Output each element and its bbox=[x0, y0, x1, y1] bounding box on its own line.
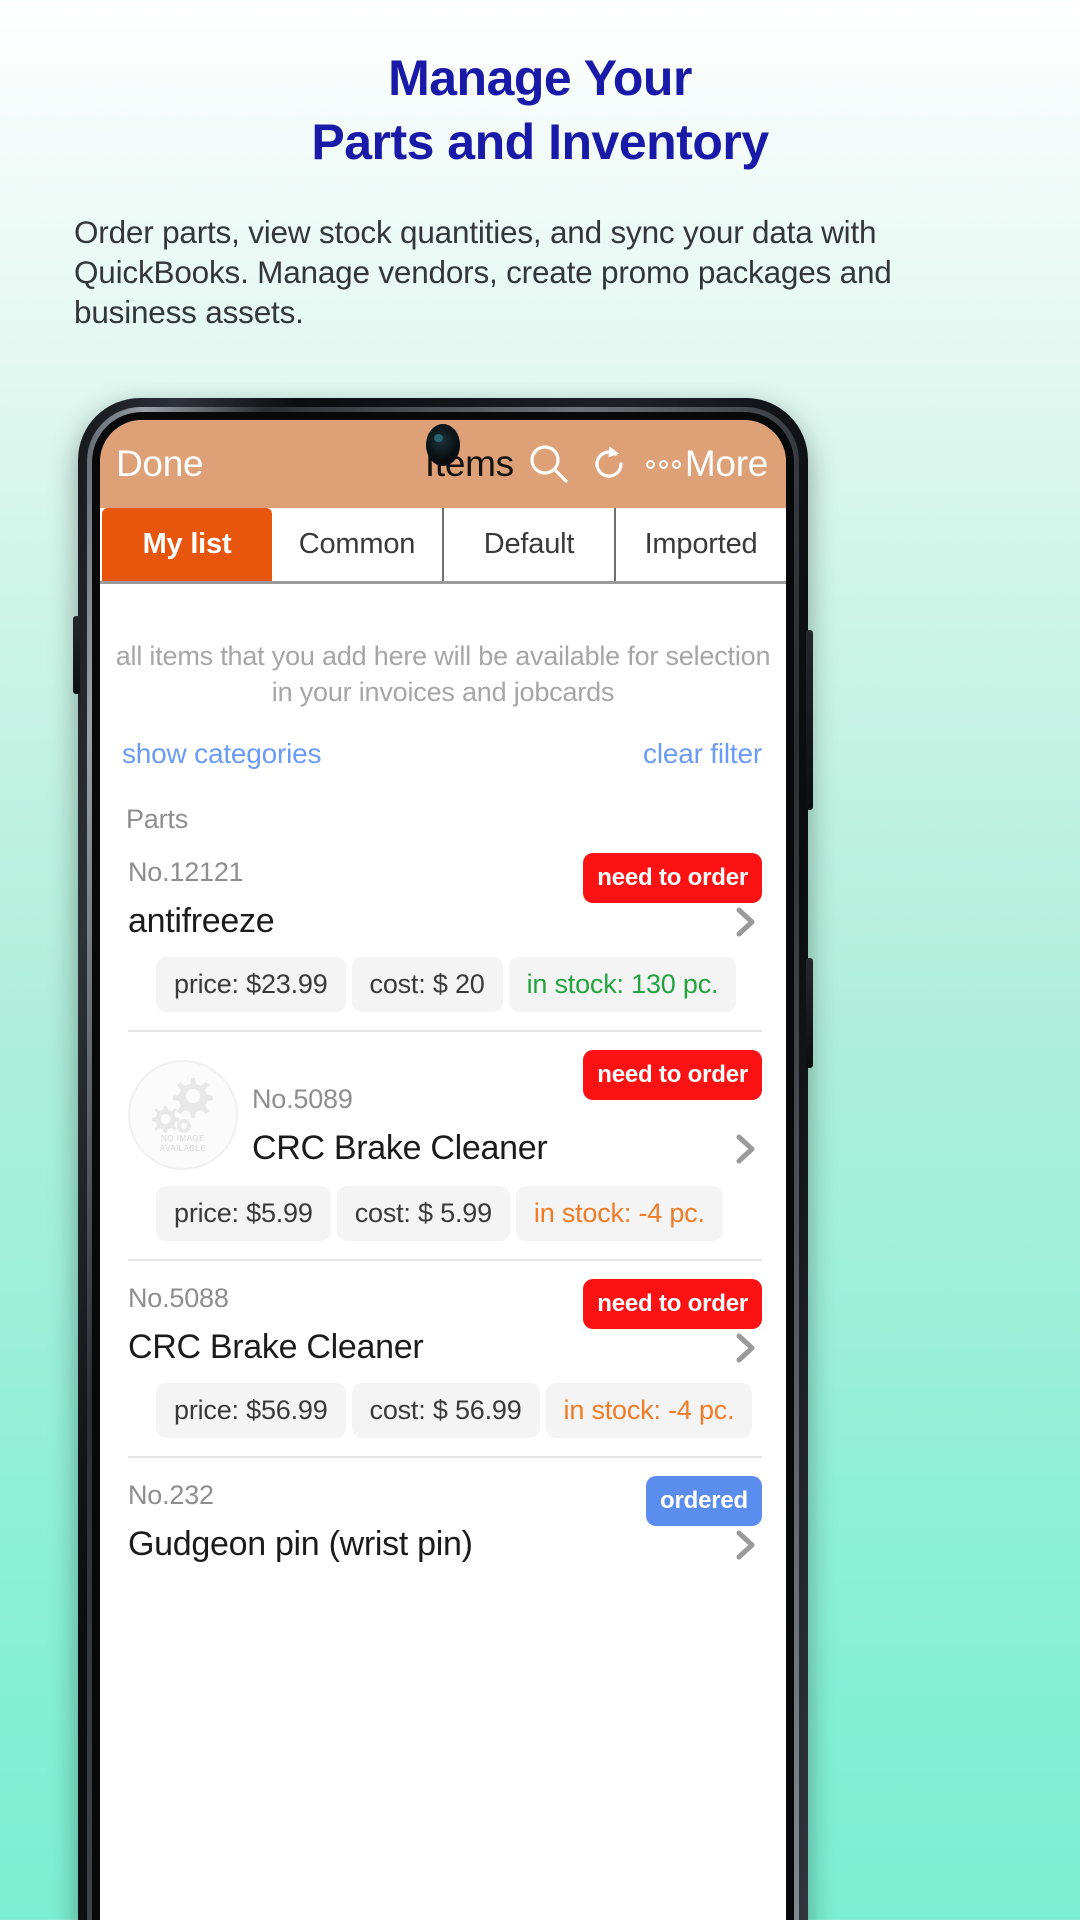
status-badge: need to order bbox=[583, 1279, 762, 1329]
item-name: antifreeze bbox=[128, 902, 275, 940]
list-item[interactable]: ordered No.232 Gudgeon pin (wrist pin) bbox=[128, 1458, 762, 1564]
status-badge: need to order bbox=[583, 853, 762, 903]
stock-chip: in stock: -4 pc. bbox=[545, 1383, 753, 1438]
three-dots-icon[interactable] bbox=[645, 459, 681, 469]
refresh-icon[interactable] bbox=[582, 437, 636, 491]
item-title-row: CRC Brake Cleaner bbox=[128, 1328, 762, 1367]
headline-line-2: Parts and Inventory bbox=[311, 114, 769, 170]
stock-chip: in stock: -4 pc. bbox=[515, 1186, 723, 1241]
more-button[interactable]: More bbox=[685, 443, 772, 485]
item-name: Gudgeon pin (wrist pin) bbox=[128, 1525, 473, 1563]
filter-links-row: show categories clear filter bbox=[100, 710, 786, 770]
item-title-row: Gudgeon pin (wrist pin) bbox=[128, 1525, 762, 1564]
clear-filter-link[interactable]: clear filter bbox=[643, 738, 762, 770]
status-badge: need to order bbox=[583, 1050, 762, 1100]
item-chips: price: $5.99 cost: $ 5.99 in stock: -4 p… bbox=[156, 1186, 762, 1241]
dot-2 bbox=[658, 459, 668, 469]
hint-line-2: in your invoices and jobcards bbox=[271, 677, 615, 707]
item-title-row: antifreeze bbox=[128, 902, 762, 941]
tab-my-list[interactable]: My list bbox=[102, 508, 272, 581]
phone-screen: Done Items More My list Common Default I… bbox=[100, 420, 786, 1920]
hint-line-1: all items that you add here will be avai… bbox=[115, 641, 771, 671]
chevron-right-icon[interactable] bbox=[718, 1331, 762, 1365]
list-item[interactable]: need to order NO IMAGE AVAILABLE No.5089… bbox=[128, 1032, 762, 1261]
dot-1 bbox=[645, 459, 655, 469]
cost-chip: cost: $ 20 bbox=[351, 957, 503, 1012]
segmented-tab-bar: My list Common Default Imported bbox=[100, 508, 786, 584]
phone-assistant-button[interactable] bbox=[806, 958, 813, 1068]
dot-3 bbox=[671, 459, 681, 469]
search-icon[interactable] bbox=[522, 437, 576, 491]
item-chips: price: $23.99 cost: $ 20 in stock: 130 p… bbox=[156, 957, 762, 1012]
item-chips: price: $56.99 cost: $ 56.99 in stock: -4… bbox=[156, 1383, 762, 1438]
phone-volume-button[interactable] bbox=[73, 616, 80, 694]
tab-common[interactable]: Common bbox=[272, 508, 444, 581]
section-header-parts: Parts bbox=[126, 804, 189, 834]
list-item[interactable]: need to order No.5088 CRC Brake Cleaner … bbox=[128, 1261, 762, 1458]
chevron-right-icon[interactable] bbox=[718, 905, 762, 939]
headline-line-1: Manage Your bbox=[388, 50, 692, 106]
chevron-right-icon[interactable] bbox=[718, 1528, 762, 1562]
stock-chip: in stock: 130 pc. bbox=[508, 957, 737, 1012]
subcopy-paragraph: Order parts, view stock quantities, and … bbox=[74, 214, 892, 330]
item-thumbnail-placeholder: NO IMAGE AVAILABLE bbox=[128, 1060, 238, 1170]
price-chip: price: $5.99 bbox=[156, 1186, 331, 1241]
phone-power-button[interactable] bbox=[806, 630, 813, 810]
item-title-row: CRC Brake Cleaner bbox=[252, 1129, 762, 1168]
tab-imported[interactable]: Imported bbox=[616, 508, 786, 581]
price-chip: price: $23.99 bbox=[156, 957, 346, 1012]
cost-chip: cost: $ 56.99 bbox=[351, 1383, 540, 1438]
item-name: CRC Brake Cleaner bbox=[252, 1129, 548, 1167]
list-item[interactable]: need to order No.12121 antifreeze price:… bbox=[128, 835, 762, 1032]
noimage-line-2: AVAILABLE bbox=[159, 1144, 207, 1153]
front-camera-punch-hole bbox=[426, 424, 460, 466]
tab-default[interactable]: Default bbox=[444, 508, 616, 581]
done-button[interactable]: Done bbox=[106, 443, 204, 485]
page-title: Manage Your Parts and Inventory bbox=[0, 0, 1080, 174]
item-name: CRC Brake Cleaner bbox=[128, 1328, 424, 1366]
show-categories-link[interactable]: show categories bbox=[122, 738, 322, 770]
chevron-right-icon[interactable] bbox=[718, 1132, 762, 1166]
phone-mockup: Done Items More My list Common Default I… bbox=[73, 398, 813, 1920]
app-header-bar: Done Items More bbox=[100, 420, 786, 508]
noimage-line-1: NO IMAGE bbox=[160, 1134, 205, 1143]
cost-chip: cost: $ 5.99 bbox=[336, 1186, 510, 1241]
price-chip: price: $56.99 bbox=[156, 1383, 346, 1438]
thumbnail-placeholder-caption: NO IMAGE AVAILABLE bbox=[130, 1134, 236, 1154]
hint-text: all items that you add here will be avai… bbox=[100, 584, 786, 710]
status-badge: ordered bbox=[646, 1476, 762, 1526]
